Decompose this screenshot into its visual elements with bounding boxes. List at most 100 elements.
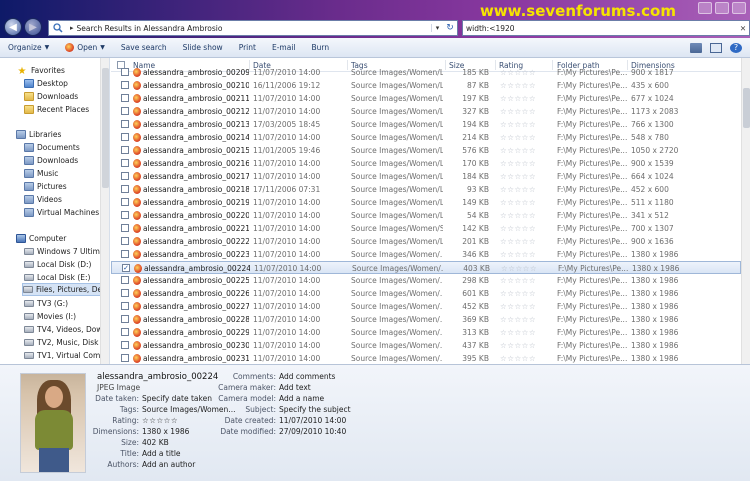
- row-checkbox[interactable]: [121, 289, 129, 297]
- nav-item-recent-places[interactable]: Recent Places: [24, 103, 109, 116]
- row-checkbox[interactable]: ✓: [122, 264, 130, 272]
- table-row[interactable]: alessandra_ambrosio_00221 11/07/2010 14:0…: [111, 222, 741, 235]
- nav-item-virtual-machines[interactable]: Virtual Machines: [24, 206, 109, 219]
- rating-stars[interactable]: ☆☆☆☆☆: [500, 328, 552, 337]
- row-checkbox[interactable]: [121, 185, 129, 193]
- nav-item-pictures[interactable]: Pictures: [24, 180, 109, 193]
- breadcrumb-chevron-icon[interactable]: ▸: [70, 24, 74, 32]
- table-row[interactable]: alessandra_ambrosio_00209 11/07/2010 14:0…: [111, 66, 741, 79]
- row-checkbox[interactable]: [121, 146, 129, 154]
- row-checkbox[interactable]: [121, 120, 129, 128]
- row-checkbox[interactable]: [121, 276, 129, 284]
- nav-item-videos[interactable]: Videos: [24, 193, 109, 206]
- refresh-icon[interactable]: ↻: [443, 23, 457, 33]
- rating-stars[interactable]: ☆☆☆☆☆: [500, 185, 552, 194]
- scrollbar-thumb[interactable]: [743, 88, 750, 128]
- table-row[interactable]: alessandra_ambrosio_00212 11/07/2010 14:0…: [111, 105, 741, 118]
- row-checkbox[interactable]: [121, 211, 129, 219]
- row-checkbox[interactable]: [121, 159, 129, 167]
- row-checkbox[interactable]: [121, 198, 129, 206]
- rating-stars[interactable]: ☆☆☆☆☆: [500, 250, 552, 259]
- property-value[interactable]: 11/07/2010 14:00: [279, 416, 346, 425]
- table-row[interactable]: alessandra_ambrosio_00226 11/07/2010 14:0…: [111, 287, 741, 300]
- nav-drive[interactable]: TV2, Music, Disk Images: [24, 336, 109, 349]
- rating-stars[interactable]: ☆☆☆☆☆: [500, 68, 552, 77]
- email-button[interactable]: E-mail: [264, 43, 304, 52]
- rating-stars[interactable]: ☆☆☆☆☆: [500, 354, 552, 363]
- rating-stars[interactable]: ☆☆☆☆☆: [501, 264, 553, 273]
- nav-computer[interactable]: Computer: [16, 232, 109, 245]
- row-checkbox[interactable]: [121, 302, 129, 310]
- row-checkbox[interactable]: [121, 81, 129, 89]
- change-view-icon[interactable]: [690, 42, 702, 53]
- property-value[interactable]: Add a title: [142, 449, 181, 458]
- table-row[interactable]: alessandra_ambrosio_00225 11/07/2010 14:0…: [111, 274, 741, 287]
- table-row[interactable]: alessandra_ambrosio_00228 11/07/2010 14:0…: [111, 313, 741, 326]
- row-checkbox[interactable]: [121, 107, 129, 115]
- rating-stars[interactable]: ☆☆☆☆☆: [500, 224, 552, 233]
- rating-stars[interactable]: ☆☆☆☆☆: [500, 237, 552, 246]
- nav-item-downloads[interactable]: Downloads: [24, 90, 109, 103]
- open-button[interactable]: Open ▼: [57, 43, 113, 52]
- table-row[interactable]: alessandra_ambrosio_00214 11/07/2010 14:0…: [111, 131, 741, 144]
- nav-drive-selected[interactable]: Files, Pictures, Dev (F:): [22, 283, 109, 296]
- rating-stars[interactable]: ☆☆☆☆☆: [500, 146, 552, 155]
- property-value[interactable]: 402 KB: [142, 438, 169, 447]
- row-checkbox[interactable]: [121, 328, 129, 336]
- rating-stars[interactable]: ☆☆☆☆☆: [500, 172, 552, 181]
- organize-button[interactable]: Organize ▼: [0, 43, 57, 52]
- forward-button[interactable]: ▶: [24, 18, 42, 36]
- address-path[interactable]: Search Results in Alessandra Ambrosio: [77, 24, 431, 33]
- property-value[interactable]: Add a name: [279, 394, 324, 403]
- row-checkbox[interactable]: [121, 250, 129, 258]
- burn-button[interactable]: Burn: [303, 43, 337, 52]
- help-icon[interactable]: ?: [730, 42, 742, 53]
- slide-show-button[interactable]: Slide show: [175, 43, 231, 52]
- table-row[interactable]: alessandra_ambrosio_00216 11/07/2010 14:0…: [111, 157, 741, 170]
- rating-stars[interactable]: ☆☆☆☆☆: [500, 198, 552, 207]
- rating-stars[interactable]: ☆☆☆☆☆: [500, 159, 552, 168]
- rating-stars[interactable]: ☆☆☆☆☆: [500, 315, 552, 324]
- row-checkbox[interactable]: [121, 68, 129, 76]
- table-row[interactable]: alessandra_ambrosio_00215 11/01/2005 19:4…: [111, 144, 741, 157]
- row-checkbox[interactable]: [121, 354, 129, 362]
- nav-drive[interactable]: TV1, Virtual Computers: [24, 349, 109, 362]
- table-row[interactable]: alessandra_ambrosio_00220 11/07/2010 14:0…: [111, 209, 741, 222]
- property-value[interactable]: Add an author: [142, 460, 195, 469]
- table-row[interactable]: alessandra_ambrosio_00227 11/07/2010 14:0…: [111, 300, 741, 313]
- nav-drive[interactable]: TV4, Videos, Downloads: [24, 323, 109, 336]
- address-bar[interactable]: ▸ Search Results in Alessandra Ambrosio …: [48, 20, 458, 36]
- maximize-button[interactable]: [715, 2, 729, 14]
- nav-item-lib-downloads[interactable]: Downloads: [24, 154, 109, 167]
- nav-libraries[interactable]: Libraries: [16, 128, 109, 141]
- property-value[interactable]: 27/09/2010 10:40: [279, 427, 346, 436]
- address-dropdown-icon[interactable]: ▾: [431, 24, 443, 32]
- rating-stars[interactable]: ☆☆☆☆☆: [500, 94, 552, 103]
- rating-stars[interactable]: ☆☆☆☆☆: [500, 211, 552, 220]
- close-button[interactable]: [732, 2, 746, 14]
- table-row[interactable]: alessandra_ambrosio_00222 11/07/2010 14:0…: [111, 235, 741, 248]
- table-row[interactable]: alessandra_ambrosio_00213 17/03/2005 18:4…: [111, 118, 741, 131]
- table-row[interactable]: alessandra_ambrosio_00230 11/07/2010 14:0…: [111, 339, 741, 352]
- row-checkbox[interactable]: [121, 172, 129, 180]
- row-checkbox[interactable]: [121, 94, 129, 102]
- table-row[interactable]: alessandra_ambrosio_00210 16/11/2006 19:1…: [111, 79, 741, 92]
- nav-item-music[interactable]: Music: [24, 167, 109, 180]
- table-row[interactable]: alessandra_ambrosio_00229 11/07/2010 14:0…: [111, 326, 741, 339]
- scrollbar-thumb[interactable]: [102, 68, 109, 188]
- nav-drive[interactable]: Local Disk (D:): [24, 258, 109, 271]
- rating-stars[interactable]: ☆☆☆☆☆: [500, 341, 552, 350]
- row-checkbox[interactable]: [121, 133, 129, 141]
- nav-item-desktop[interactable]: Desktop: [24, 77, 109, 90]
- nav-drive[interactable]: Windows 7 Ultimate: [24, 245, 109, 258]
- rating-stars[interactable]: ☆☆☆☆☆: [500, 81, 552, 90]
- table-row[interactable]: alessandra_ambrosio_00217 11/07/2010 14:0…: [111, 170, 741, 183]
- row-checkbox[interactable]: [121, 224, 129, 232]
- nav-drive[interactable]: TV3 (G:): [24, 297, 109, 310]
- row-checkbox[interactable]: [121, 341, 129, 349]
- property-value[interactable]: Add comments: [279, 372, 335, 381]
- back-button[interactable]: ◀: [4, 18, 22, 36]
- nav-drive[interactable]: Movies (I:): [24, 310, 109, 323]
- rating-stars[interactable]: ☆☆☆☆☆: [500, 120, 552, 129]
- clear-search-icon[interactable]: ✕: [737, 24, 749, 33]
